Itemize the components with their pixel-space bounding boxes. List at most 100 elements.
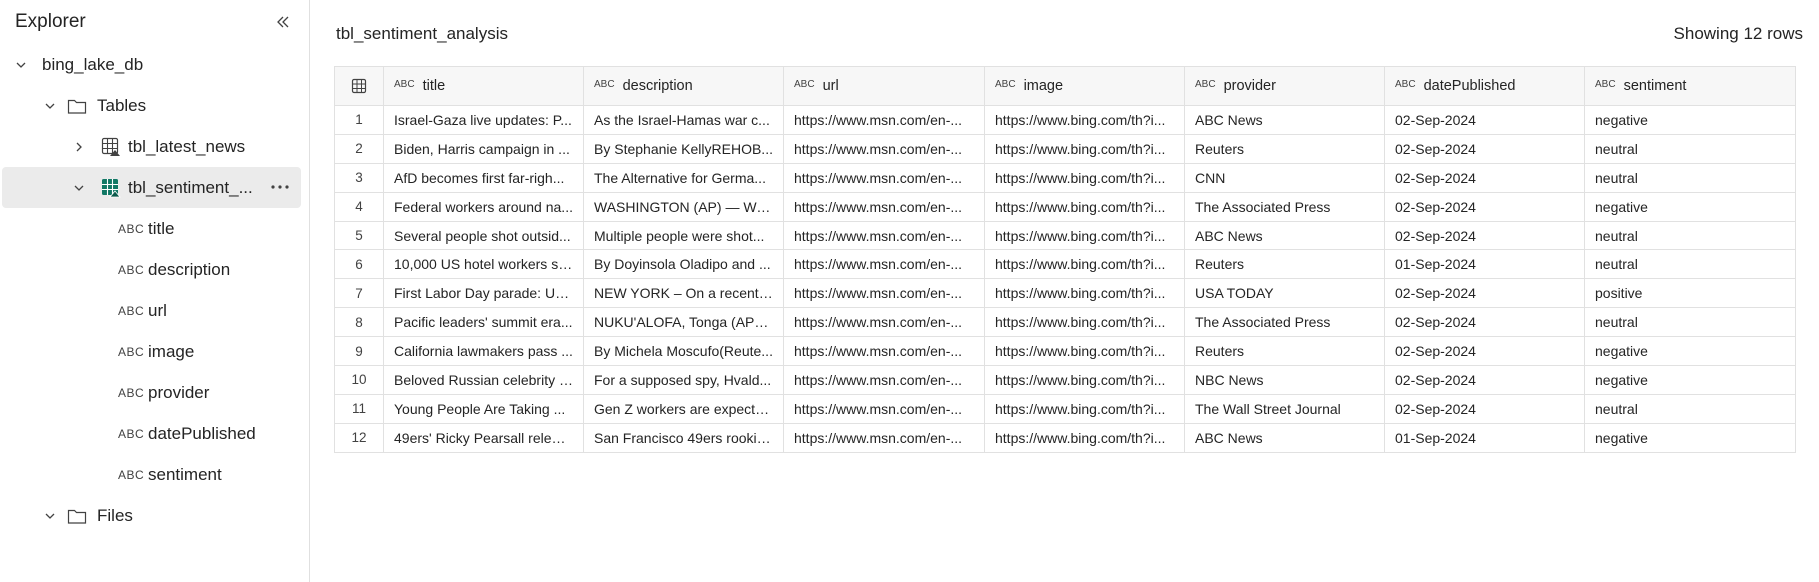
table-cell-datepublished[interactable]: 01-Sep-2024 xyxy=(1384,249,1585,280)
table-row[interactable]: 10 Beloved Russian celebrity '... For a su… xyxy=(334,365,1796,395)
table-cell-image[interactable]: https://www.bing.com/th?i... xyxy=(984,336,1185,367)
row-number-cell[interactable]: 8 xyxy=(334,307,384,338)
tree-item-column[interactable]: ABC sentiment xyxy=(0,454,309,495)
table-cell-image[interactable]: https://www.bing.com/th?i... xyxy=(984,422,1185,453)
chevron-right-icon[interactable] xyxy=(71,139,87,155)
chevron-down-icon[interactable] xyxy=(71,180,87,196)
table-cell-url[interactable]: https://www.msn.com/en-... xyxy=(783,133,985,164)
table-cell-description[interactable]: As the Israel-Hamas war c... xyxy=(583,105,784,135)
table-cell-sentiment[interactable]: neutral xyxy=(1584,133,1796,164)
table-row[interactable]: 2 Biden, Harris campaign in ... By Stephan… xyxy=(334,133,1796,164)
table-cell-url[interactable]: https://www.msn.com/en-... xyxy=(783,393,985,424)
row-number-cell[interactable]: 4 xyxy=(334,191,384,222)
table-cell-image[interactable]: https://www.bing.com/th?i... xyxy=(984,105,1185,135)
table-cell-provider[interactable]: ABC News xyxy=(1184,105,1385,135)
table-cell-datepublished[interactable]: 02-Sep-2024 xyxy=(1384,191,1585,222)
tree-item-column[interactable]: ABC datePublished xyxy=(0,413,309,454)
table-cell-image[interactable]: https://www.bing.com/th?i... xyxy=(984,307,1185,338)
tree-item-column[interactable]: ABC description xyxy=(0,249,309,290)
table-cell-datepublished[interactable]: 02-Sep-2024 xyxy=(1384,336,1585,367)
table-cell-description[interactable]: For a supposed spy, Hvald... xyxy=(583,365,784,395)
table-cell-description[interactable]: By Stephanie KellyREHOB... xyxy=(583,133,784,164)
tree-item-column[interactable]: ABC provider xyxy=(0,372,309,413)
table-cell-provider[interactable]: Reuters xyxy=(1184,133,1385,164)
table-cell-provider[interactable]: The Wall Street Journal xyxy=(1184,393,1385,424)
table-cell-title[interactable]: First Labor Day parade: Un... xyxy=(383,278,584,309)
tree-item-table-sentiment[interactable]: tbl_sentiment_... xyxy=(2,167,301,208)
table-cell-url[interactable]: https://www.msn.com/en-... xyxy=(783,278,985,309)
table-cell-image[interactable]: https://www.bing.com/th?i... xyxy=(984,162,1185,193)
column-header[interactable]: ABC image xyxy=(984,66,1185,106)
table-cell-description[interactable]: NEW YORK – On a recent ... xyxy=(583,278,784,309)
row-number-cell[interactable]: 2 xyxy=(334,133,384,164)
row-number-cell[interactable]: 7 xyxy=(334,278,384,309)
table-cell-provider[interactable]: ABC News xyxy=(1184,422,1385,453)
table-cell-sentiment[interactable]: positive xyxy=(1584,278,1796,309)
table-cell-image[interactable]: https://www.bing.com/th?i... xyxy=(984,220,1185,251)
table-cell-sentiment[interactable]: neutral xyxy=(1584,162,1796,193)
more-options-icon[interactable] xyxy=(269,177,291,197)
table-cell-url[interactable]: https://www.msn.com/en-... xyxy=(783,365,985,395)
table-cell-title[interactable]: Israel-Gaza live updates: P... xyxy=(383,105,584,135)
table-cell-sentiment[interactable]: negative xyxy=(1584,365,1796,395)
tree-item-column[interactable]: ABC image xyxy=(0,331,309,372)
table-cell-datepublished[interactable]: 02-Sep-2024 xyxy=(1384,133,1585,164)
table-cell-sentiment[interactable]: neutral xyxy=(1584,307,1796,338)
table-row[interactable]: 5 Several people shot outsid... Multiple p… xyxy=(334,220,1796,251)
table-cell-provider[interactable]: USA TODAY xyxy=(1184,278,1385,309)
table-cell-datepublished[interactable]: 02-Sep-2024 xyxy=(1384,393,1585,424)
table-row[interactable]: 3 AfD becomes first far-righ... The Altern… xyxy=(334,162,1796,193)
table-cell-datepublished[interactable]: 02-Sep-2024 xyxy=(1384,220,1585,251)
table-cell-sentiment[interactable]: neutral xyxy=(1584,249,1796,280)
column-header[interactable]: ABC datePublished xyxy=(1384,66,1585,106)
collapse-panel-icon[interactable] xyxy=(269,8,297,36)
table-cell-title[interactable]: Biden, Harris campaign in ... xyxy=(383,133,584,164)
table-cell-description[interactable]: The Alternative for Germa... xyxy=(583,162,784,193)
table-cell-url[interactable]: https://www.msn.com/en-... xyxy=(783,105,985,135)
tree-item-table-latest-news[interactable]: tbl_latest_news xyxy=(0,126,309,167)
chevron-down-icon[interactable] xyxy=(42,508,58,524)
table-cell-title[interactable]: Several people shot outsid... xyxy=(383,220,584,251)
table-row[interactable]: 6 10,000 US hotel workers st... By Doyinso… xyxy=(334,249,1796,280)
table-cell-sentiment[interactable]: negative xyxy=(1584,336,1796,367)
chevron-down-icon[interactable] xyxy=(42,98,58,114)
row-number-cell[interactable]: 6 xyxy=(334,249,384,280)
table-row[interactable]: 4 Federal workers around na... WASHINGTON … xyxy=(334,191,1796,222)
tree-item-column[interactable]: ABC url xyxy=(0,290,309,331)
row-number-cell[interactable]: 5 xyxy=(334,220,384,251)
table-cell-title[interactable]: California lawmakers pass ... xyxy=(383,336,584,367)
table-cell-datepublished[interactable]: 02-Sep-2024 xyxy=(1384,105,1585,135)
row-number-cell[interactable]: 12 xyxy=(334,422,384,453)
column-header[interactable]: ABC provider xyxy=(1184,66,1385,106)
table-cell-description[interactable]: WASHINGTON (AP) — Wo... xyxy=(583,191,784,222)
table-row[interactable]: 1 Israel-Gaza live updates: P... As the Is… xyxy=(334,105,1796,135)
table-cell-image[interactable]: https://www.bing.com/th?i... xyxy=(984,365,1185,395)
table-cell-url[interactable]: https://www.msn.com/en-... xyxy=(783,162,985,193)
table-cell-datepublished[interactable]: 02-Sep-2024 xyxy=(1384,307,1585,338)
table-cell-image[interactable]: https://www.bing.com/th?i... xyxy=(984,191,1185,222)
table-cell-sentiment[interactable]: neutral xyxy=(1584,393,1796,424)
table-cell-sentiment[interactable]: neutral xyxy=(1584,220,1796,251)
table-cell-datepublished[interactable]: 01-Sep-2024 xyxy=(1384,422,1585,453)
tree-item-database[interactable]: bing_lake_db xyxy=(0,44,309,85)
table-cell-title[interactable]: Federal workers around na... xyxy=(383,191,584,222)
table-cell-image[interactable]: https://www.bing.com/th?i... xyxy=(984,133,1185,164)
table-cell-title[interactable]: 49ers' Ricky Pearsall releas... xyxy=(383,422,584,453)
table-row[interactable]: 8 Pacific leaders' summit era... NUKU'ALOF… xyxy=(334,307,1796,338)
column-header[interactable]: ABC url xyxy=(783,66,985,106)
select-all-cell[interactable] xyxy=(334,66,384,106)
row-number-cell[interactable]: 11 xyxy=(334,393,384,424)
column-header[interactable]: ABC description xyxy=(583,66,784,106)
table-cell-description[interactable]: By Michela Moscufo(Reute... xyxy=(583,336,784,367)
table-cell-url[interactable]: https://www.msn.com/en-... xyxy=(783,191,985,222)
table-row[interactable]: 9 California lawmakers pass ... By Michela… xyxy=(334,336,1796,367)
table-cell-image[interactable]: https://www.bing.com/th?i... xyxy=(984,393,1185,424)
chevron-down-icon[interactable] xyxy=(13,57,29,73)
table-cell-provider[interactable]: The Associated Press xyxy=(1184,307,1385,338)
table-cell-url[interactable]: https://www.msn.com/en-... xyxy=(783,336,985,367)
table-cell-sentiment[interactable]: negative xyxy=(1584,422,1796,453)
table-cell-url[interactable]: https://www.msn.com/en-... xyxy=(783,220,985,251)
row-number-cell[interactable]: 1 xyxy=(334,105,384,135)
table-cell-image[interactable]: https://www.bing.com/th?i... xyxy=(984,278,1185,309)
column-header[interactable]: ABC sentiment xyxy=(1584,66,1796,106)
